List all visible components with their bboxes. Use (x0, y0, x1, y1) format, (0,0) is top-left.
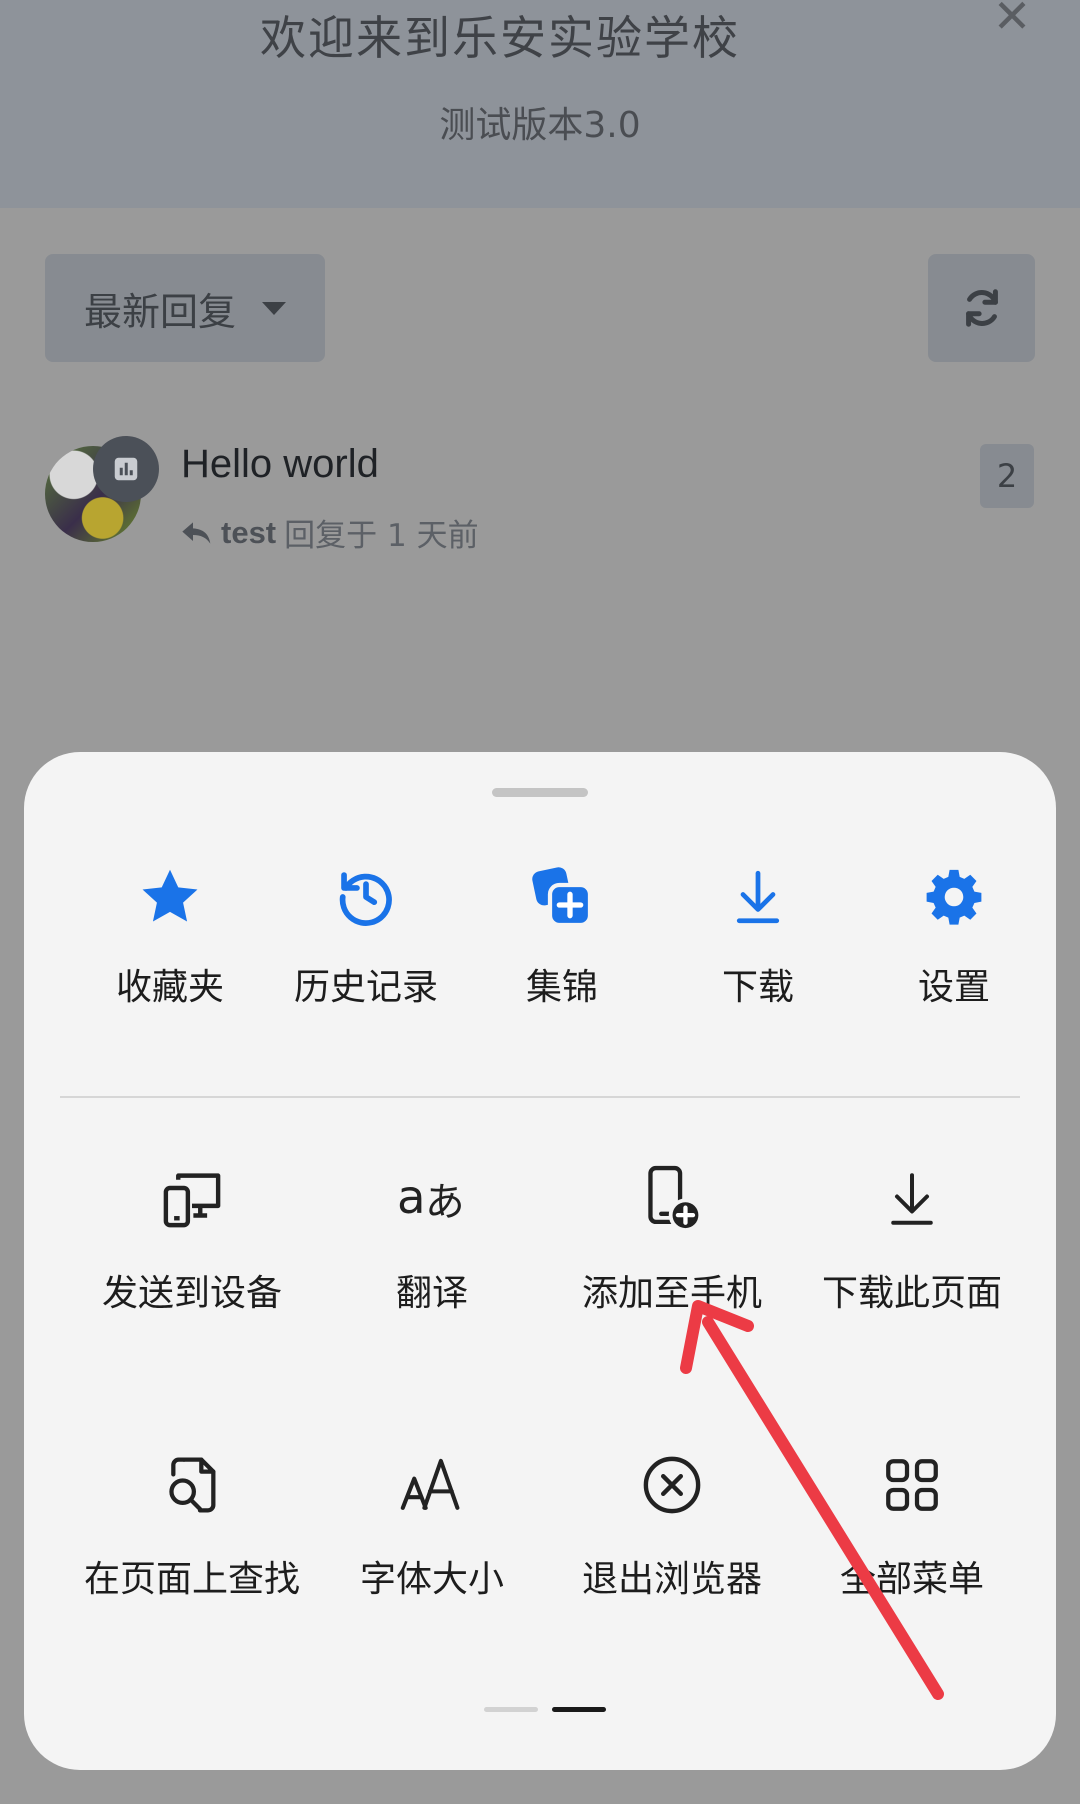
favorites-label: 收藏夹 (115, 967, 224, 1008)
reply-arrow-icon (182, 521, 211, 544)
refresh-icon (965, 289, 998, 327)
banner-title: 欢迎来到乐安实验学校 (260, 11, 740, 65)
send-to-device-icon (157, 1164, 227, 1234)
download-icon (723, 862, 793, 932)
star-icon (135, 862, 205, 932)
find-in-page-button[interactable]: 在页面上查找 (72, 1450, 312, 1602)
downloads-button[interactable]: 下载 (660, 862, 856, 1010)
reply-count-badge: 2 (980, 444, 1034, 508)
page-dot-1[interactable] (484, 1707, 538, 1712)
translate-button[interactable]: a あ 翻译 (312, 1164, 552, 1316)
all-menu-label: 全部菜单 (839, 1559, 984, 1600)
history-label: 历史记录 (293, 967, 438, 1008)
all-menu-grid-icon (877, 1450, 947, 1520)
translate-label: 翻译 (395, 1273, 468, 1314)
quick-actions-row: 收藏夹 历史记录 集锦 下载 设置 (72, 862, 1052, 1010)
browser-menu-sheet: 收藏夹 历史记录 集锦 下载 设置 发送到设备 a あ 翻译 添加至手机 下载此… (24, 752, 1056, 1770)
refresh-button[interactable] (928, 254, 1035, 362)
svg-text:あ: あ (425, 1179, 465, 1225)
all-menu-button[interactable]: 全部菜单 (792, 1450, 1032, 1602)
collection-add-icon (527, 862, 597, 932)
translate-icon: a あ (397, 1164, 467, 1234)
send-to-device-label: 发送到设备 (101, 1273, 282, 1314)
sheet-drag-handle[interactable] (492, 788, 588, 797)
menu-divider (60, 1096, 1020, 1098)
topic-title[interactable]: Hello world (181, 442, 379, 487)
menu-row-1: 发送到设备 a あ 翻译 添加至手机 下载此页面 (72, 1164, 1032, 1316)
font-size-label: 字体大小 (359, 1559, 504, 1600)
page-indicator (484, 1707, 606, 1712)
gear-icon (919, 862, 989, 932)
topic-list-item[interactable]: Hello world test 回复于 1 天前 2 (45, 436, 1035, 554)
find-in-page-icon (157, 1450, 227, 1520)
add-to-phone-icon (637, 1164, 707, 1234)
last-poster[interactable]: test (221, 515, 276, 551)
download-page-button[interactable]: 下载此页面 (792, 1164, 1032, 1316)
topic-meta: test 回复于 1 天前 (181, 510, 479, 555)
exit-browser-label: 退出浏览器 (581, 1559, 762, 1600)
menu-row-2: 在页面上查找 字体大小 退出浏览器 全部菜单 (72, 1450, 1032, 1602)
reply-time: 回复于 1 天前 (284, 518, 479, 554)
add-to-phone-button[interactable]: 添加至手机 (552, 1164, 792, 1316)
font-size-icon (397, 1450, 467, 1520)
collections-button[interactable]: 集锦 (464, 862, 660, 1010)
find-in-page-label: 在页面上查找 (83, 1559, 300, 1600)
collections-label: 集锦 (525, 967, 598, 1008)
exit-icon (637, 1450, 707, 1520)
svg-text:a: a (397, 1171, 426, 1225)
sort-dropdown-button[interactable]: 最新回复 (45, 254, 325, 362)
download-page-label: 下载此页面 (821, 1273, 1002, 1314)
sort-label: 最新回复 (83, 289, 236, 334)
exit-browser-button[interactable]: 退出浏览器 (552, 1450, 792, 1602)
favorites-button[interactable]: 收藏夹 (72, 862, 268, 1010)
history-button[interactable]: 历史记录 (268, 862, 464, 1010)
settings-label: 设置 (917, 967, 990, 1008)
add-to-phone-label: 添加至手机 (581, 1273, 762, 1314)
page-dot-2[interactable] (552, 1707, 606, 1712)
history-icon (331, 862, 401, 932)
caret-down-icon (262, 301, 286, 315)
announcement-banner: 欢迎来到乐安实验学校 测试版本3.0 ✕ (0, 0, 1080, 208)
poll-badge-icon (93, 436, 159, 502)
settings-button[interactable]: 设置 (856, 862, 1052, 1010)
close-icon[interactable]: ✕ (990, 0, 1034, 39)
font-size-button[interactable]: 字体大小 (312, 1450, 552, 1602)
send-to-device-button[interactable]: 发送到设备 (72, 1164, 312, 1316)
banner-subtitle: 测试版本3.0 (439, 105, 641, 146)
download-page-icon (877, 1164, 947, 1234)
downloads-label: 下载 (721, 967, 794, 1008)
